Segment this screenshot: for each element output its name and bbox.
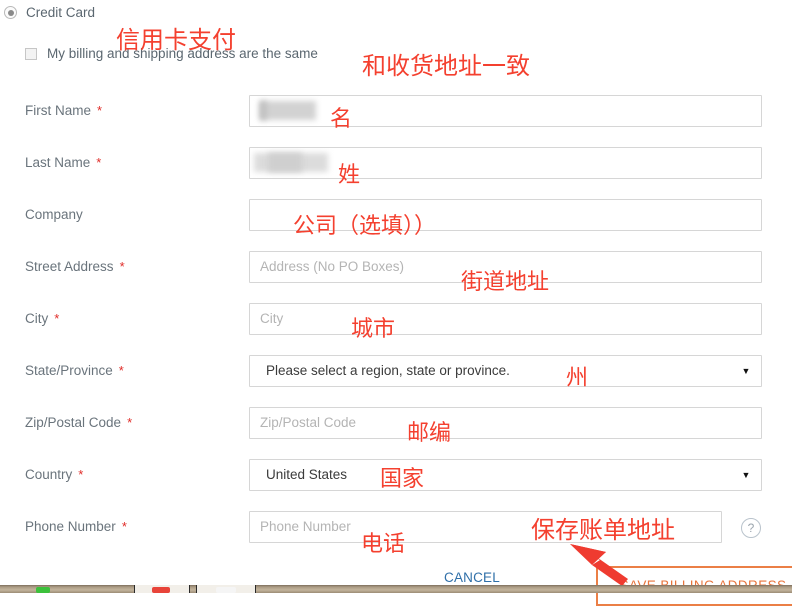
form-row: City * City	[0, 303, 792, 335]
field-annotation: 州	[566, 366, 589, 391]
field-annotation: 名	[330, 107, 353, 132]
credit-card-radio[interactable]	[4, 6, 17, 19]
field-annotation: 街道地址	[461, 270, 550, 295]
field-label: Company	[25, 199, 83, 231]
required-marker: *	[78, 467, 84, 482]
field-annotation: 电话	[361, 532, 406, 557]
form-row: Last Name *	[0, 147, 792, 179]
required-marker: *	[54, 311, 60, 326]
field-label-text: First Name	[25, 103, 92, 118]
required-marker: *	[118, 363, 124, 378]
field-label: City *	[25, 303, 59, 335]
field-select[interactable]: Please select a region, state or provinc…	[249, 355, 762, 387]
field-label: Street Address *	[25, 251, 125, 283]
field-label-text: Street Address	[25, 259, 114, 274]
payment-method-credit-card[interactable]: Credit Card	[4, 5, 95, 20]
required-marker: *	[97, 103, 103, 118]
field-input[interactable]	[249, 147, 762, 179]
field-select-value: United States	[266, 467, 348, 482]
field-label-text: State/Province	[25, 363, 113, 378]
required-marker: *	[119, 259, 125, 274]
form-row: State/Province * Please select a region, s…	[0, 355, 792, 387]
help-circle-icon[interactable]: ?	[741, 518, 761, 538]
section-annotation: 保存账单地址	[531, 516, 675, 544]
field-annotation: 邮编	[407, 421, 452, 446]
cancel-button[interactable]: CANCEL	[444, 570, 500, 585]
taskbar-icon-green[interactable]	[36, 587, 50, 593]
field-label-text: Last Name	[25, 155, 91, 170]
field-annotation: 公司（选填））	[293, 214, 437, 239]
form-row: Zip/Postal Code * Zip/Postal Code	[0, 407, 792, 439]
field-label: State/Province *	[25, 355, 124, 387]
field-label-text: Company	[25, 207, 83, 222]
redacted-value-block	[260, 101, 316, 120]
chevron-down-icon[interactable]: ▼	[731, 460, 761, 490]
field-label: Last Name *	[25, 147, 101, 179]
section-annotation: 信用卡支付	[116, 26, 236, 54]
field-label: Zip/Postal Code *	[25, 407, 132, 439]
field-input-text: Phone Number	[260, 519, 351, 534]
radio-selected-dot	[7, 9, 14, 16]
field-label: Phone Number *	[25, 511, 127, 543]
field-annotation: 国家	[380, 467, 425, 492]
required-marker: *	[121, 519, 127, 534]
redacted-value-block	[268, 153, 302, 172]
field-annotation: 城市	[351, 317, 396, 342]
field-input-text: Address (No PO Boxes)	[260, 259, 405, 274]
field-label-text: City	[25, 311, 49, 326]
field-select-value: Please select a region, state or provinc…	[266, 363, 510, 378]
field-label-text: Country	[25, 467, 73, 482]
field-label-text: Zip/Postal Code	[25, 415, 122, 430]
same-address-checkbox[interactable]	[25, 47, 37, 60]
field-input-text: Zip/Postal Code	[260, 415, 357, 430]
required-marker: *	[96, 155, 102, 170]
billing-address-form-page: Credit Card My billing and shipping addr…	[0, 0, 792, 606]
required-marker: *	[127, 415, 133, 430]
field-label: Country *	[25, 459, 83, 491]
chevron-down-icon[interactable]: ▼	[731, 356, 761, 386]
form-row: First Name *	[0, 95, 792, 127]
redacted-value-block	[260, 101, 266, 120]
taskbar-icon-red[interactable]	[152, 587, 170, 593]
field-label-text: Phone Number	[25, 519, 116, 534]
taskbar-background	[0, 585, 792, 593]
field-input[interactable]	[249, 95, 762, 127]
form-row: Street Address * Address (No PO Boxes)	[0, 251, 792, 283]
taskbar-icon-white[interactable]	[216, 587, 236, 593]
os-taskbar[interactable]	[0, 585, 792, 593]
section-annotation: 和收货地址一致	[362, 52, 530, 80]
field-input[interactable]: Zip/Postal Code	[249, 407, 762, 439]
field-input[interactable]: City	[249, 303, 762, 335]
field-annotation: 姓	[338, 163, 361, 188]
field-input-text: City	[260, 311, 284, 326]
field-label: First Name *	[25, 95, 102, 127]
field-select[interactable]: United States ▼	[249, 459, 762, 491]
payment-method-label: Credit Card	[26, 5, 96, 20]
